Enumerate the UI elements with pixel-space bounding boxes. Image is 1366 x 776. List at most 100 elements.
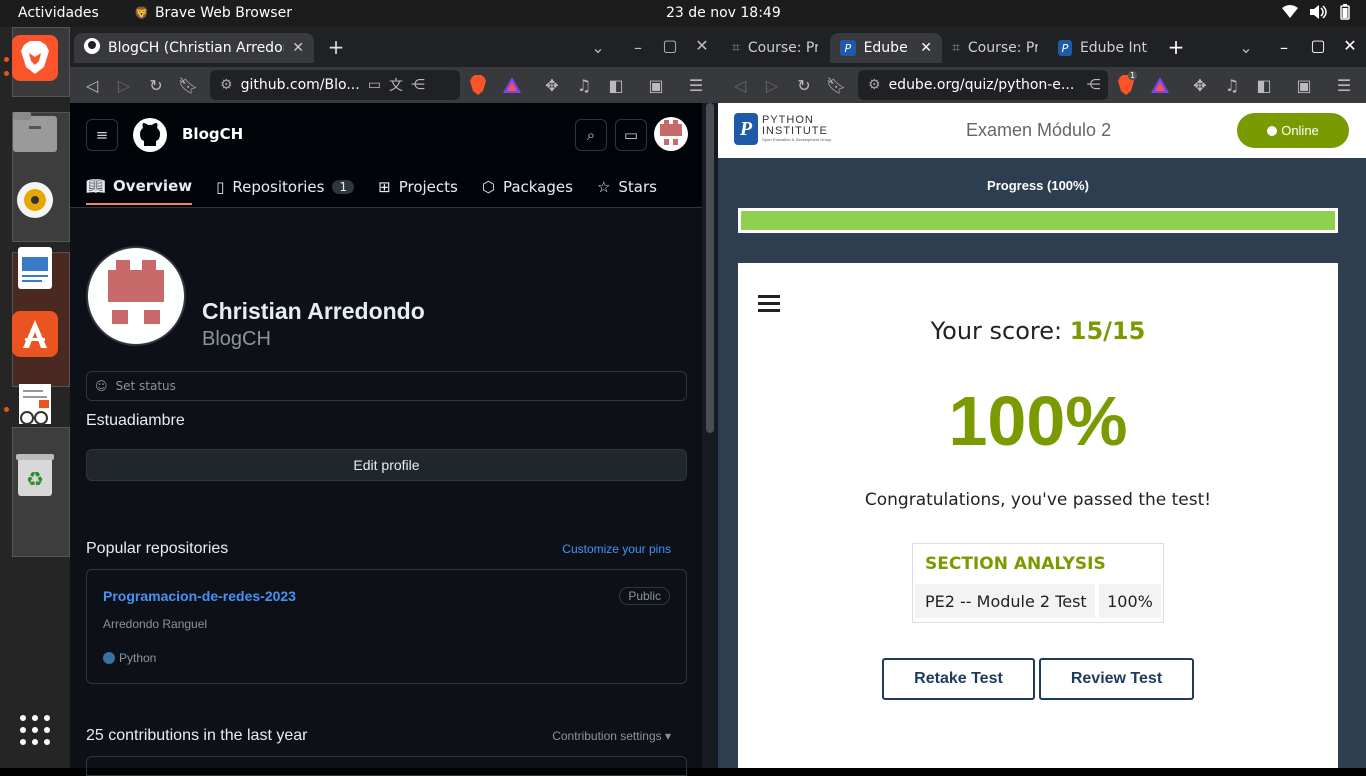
wallet-icon[interactable]: ▣ [1294,75,1314,95]
hamburger-menu-icon[interactable]: ≡ [86,119,118,151]
pinned-repo-card: Programacion-de-redes-2023 Public Arredo… [86,569,687,684]
address-bar[interactable]: ⚙ edube.org/quiz/python-e... ⋲ [858,70,1108,100]
brave-browser-icon[interactable] [12,35,58,81]
minimize-button[interactable]: – [628,37,648,57]
url-text: github.com/Blo... [240,77,360,93]
activities-button[interactable]: Actividades [18,5,99,21]
menu-icon[interactable]: ☰ [1334,75,1354,95]
section-analysis-title: SECTION ANALYSIS [925,554,1106,574]
wallet-icon[interactable]: ▣ [646,75,666,95]
github-favicon-icon [84,38,100,58]
python-institute-logo[interactable]: P PYTHON INSTITUTE Open Education & Deve… [734,113,831,145]
scroll-thumb[interactable] [706,103,714,433]
online-dot-icon [1267,125,1278,136]
reload-button[interactable]: ↻ [794,75,814,95]
brave-rewards-icon[interactable] [1150,75,1170,95]
app-menu[interactable]: 🦁 Brave Web Browser [134,5,292,21]
address-bar[interactable]: ⚙ github.com/Blo... ▭ 文 ⋲ [210,70,460,100]
wifi-icon [1282,5,1298,23]
extensions-icon[interactable]: ✥ [542,75,562,95]
maximize-button[interactable]: ▢ [1308,35,1328,55]
trash-icon[interactable]: ♻ [12,451,58,497]
github-context-name[interactable]: BlogCH [182,125,243,143]
new-tab-button[interactable]: + [326,35,346,59]
rhythmbox-icon[interactable] [12,177,58,223]
edit-profile-button[interactable]: Edit profile [86,449,687,481]
course-favicon-icon: ⌗ [952,40,960,56]
profile-avatar[interactable] [86,246,186,346]
bookmark-icon[interactable]: 🔖︎ [178,75,198,95]
sidebar-icon[interactable]: ◧ [606,75,626,95]
back-button[interactable]: ◁ [730,75,750,95]
edube-favicon-icon: P [840,40,856,56]
forward-button[interactable]: ▷ [762,75,782,95]
star-icon: ☆ [596,178,611,196]
menu-icon[interactable]: ☰ [686,75,706,95]
cast-icon[interactable]: ▭ [368,77,381,93]
avatar[interactable] [654,117,688,151]
clock[interactable]: 23 de nov 18:49 [666,5,781,21]
close-tab-icon[interactable]: ✕ [920,40,932,56]
site-info-icon[interactable]: ⚙ [868,77,881,93]
repo-language: Python [103,651,156,665]
tab-projects[interactable]: ⊞ Projects [378,169,458,205]
tab-overview[interactable]: 📖︎ Overview [86,169,193,205]
online-status-button[interactable]: Online [1237,113,1349,148]
tab-packages[interactable]: ⬡ Packages [482,169,573,205]
tab-list-chevron-icon[interactable]: ⌄ [588,37,608,57]
files-icon[interactable] [12,109,58,155]
document-viewer-icon[interactable] [12,383,58,429]
set-status-button[interactable]: ☺ Set status [86,371,687,401]
sidebar-icon[interactable]: ◧ [1254,75,1274,95]
brave-shields-icon[interactable]: 1 [1116,71,1138,95]
tab-github[interactable]: BlogCH (Christian Arredondo) ✕ [74,33,314,63]
minimize-button[interactable]: – [1274,37,1294,57]
brave-shields-icon[interactable] [468,75,488,95]
inbox-icon[interactable]: ▭ [615,119,647,151]
section-analysis-table: SECTION ANALYSIS PE2 -- Module 2 Test 10… [912,543,1164,623]
tab-edube-active[interactable]: P Edube ✕ [830,33,942,63]
bookmark-icon[interactable]: 🔖︎ [826,75,846,95]
writer-icon[interactable] [12,245,58,291]
new-tab-button[interactable]: + [1166,35,1186,59]
repo-link[interactable]: Programacion-de-redes-2023 [103,588,296,604]
forward-button[interactable]: ▷ [114,75,134,95]
tab-course-2[interactable]: ⌗ Course: Pr [942,33,1048,63]
tab-stars[interactable]: ☆ Stars [597,169,657,205]
contribution-settings-dropdown[interactable]: Contribution settings ▾ [552,729,671,743]
back-button[interactable]: ◁ [82,75,102,95]
customize-pins-link[interactable]: Customize your pins [562,542,671,556]
show-apps-icon[interactable] [12,707,58,753]
section-row-value: 100% [1099,584,1161,618]
retake-test-button[interactable]: Retake Test [882,658,1035,700]
hamburger-menu-icon[interactable] [758,295,780,317]
close-window-button[interactable]: ✕ [692,35,712,55]
edube-header: P PYTHON INSTITUTE Open Education & Deve… [718,103,1366,158]
tab-repositories[interactable]: ▯ Repositories 1 [216,169,355,205]
share-icon[interactable]: ⋲ [411,77,425,93]
search-icon[interactable]: ⌕ [575,119,607,151]
table-icon: ⊞ [378,178,391,196]
package-icon: ⬡ [481,178,495,196]
maximize-button[interactable]: ▢ [660,35,680,55]
software-center-icon[interactable] [12,311,58,357]
github-logo-icon[interactable] [132,117,168,157]
media-icon[interactable]: ♫ [1222,75,1242,95]
close-tab-icon[interactable]: ✕ [292,40,304,56]
review-test-button[interactable]: Review Test [1039,658,1194,700]
brave-rewards-icon[interactable] [502,75,522,95]
tab-edube-inter[interactable]: P Edube Inte [1048,33,1158,63]
close-window-button[interactable]: ✕ [1340,35,1360,55]
translate-icon[interactable]: 文 [389,75,403,95]
share-icon[interactable]: ⋲ [1087,77,1101,93]
scrollbar[interactable] [702,103,718,768]
caret-down-icon: ▾ [664,729,671,743]
system-tray[interactable] [1282,4,1350,24]
battery-icon [1340,4,1350,24]
media-icon[interactable]: ♫ [574,75,594,95]
tab-course-1[interactable]: ⌗ Course: Pr [722,33,828,63]
tab-list-chevron-icon[interactable]: ⌄ [1236,37,1256,57]
extensions-icon[interactable]: ✥ [1190,75,1210,95]
reload-button[interactable]: ↻ [146,75,166,95]
site-info-icon[interactable]: ⚙ [220,77,233,93]
